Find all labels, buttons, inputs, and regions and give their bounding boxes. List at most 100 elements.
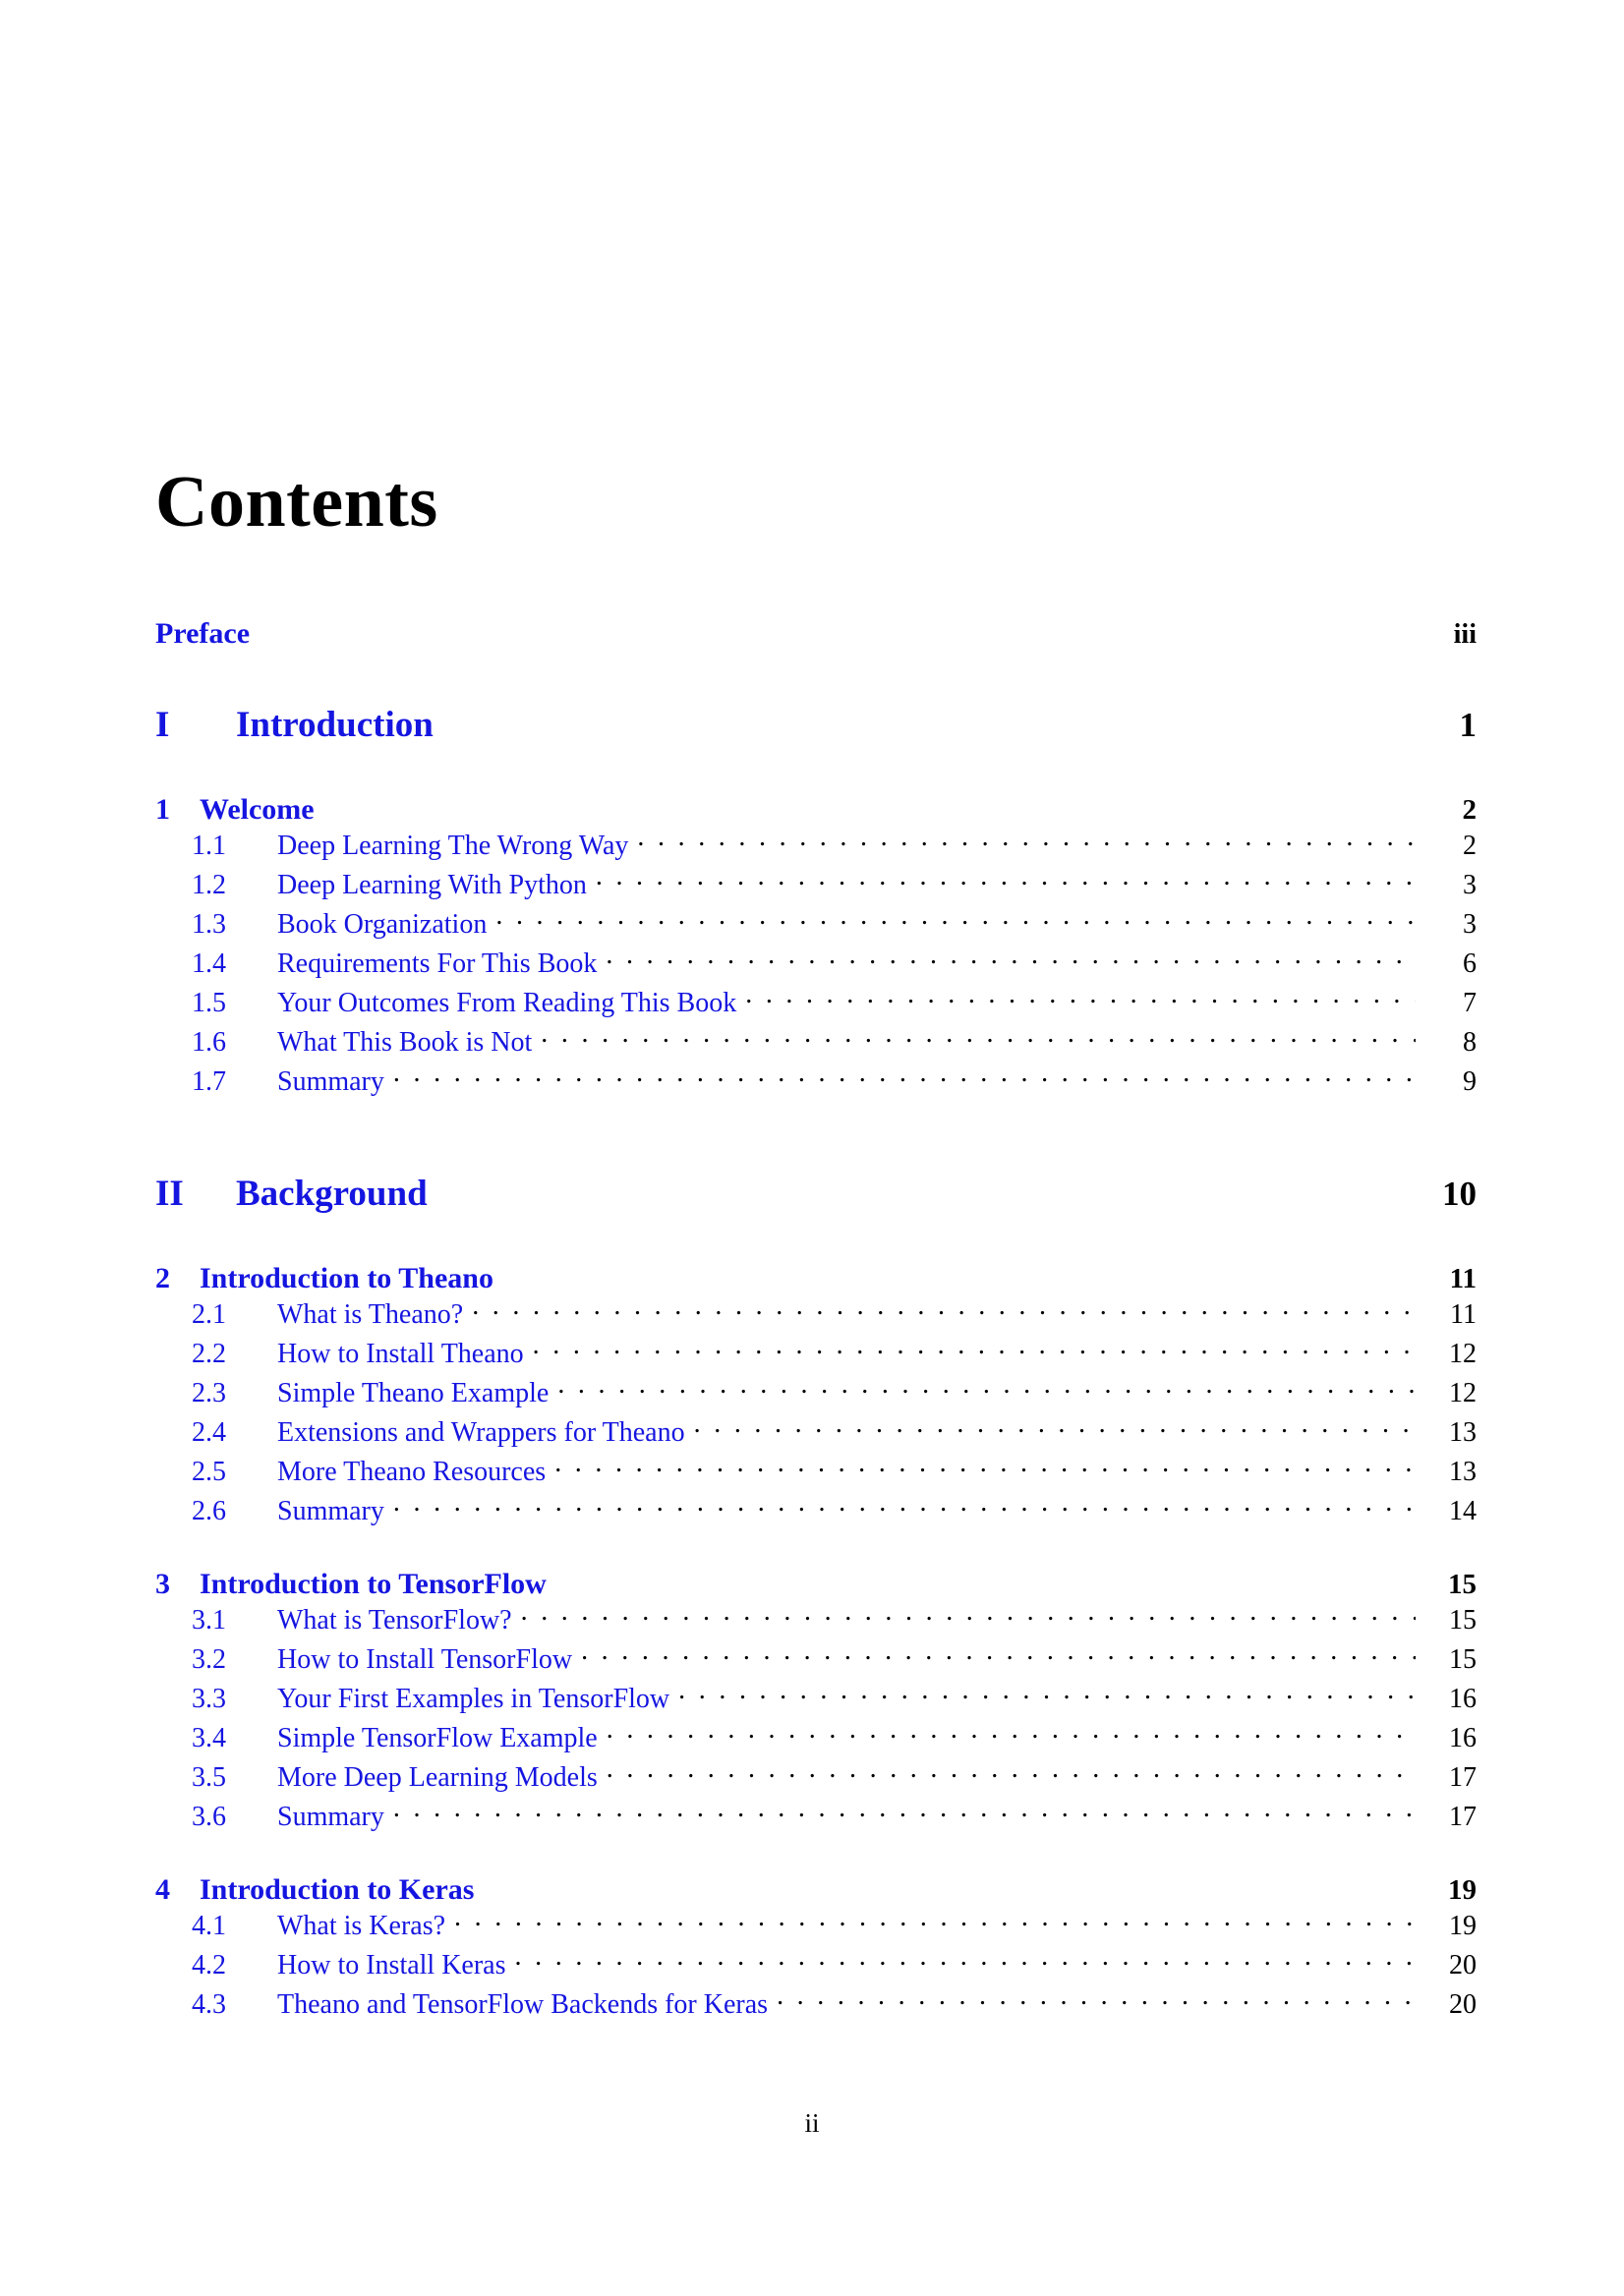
toc-chapter-heading[interactable]: 4 Introduction to Keras 19 xyxy=(155,1873,1477,1907)
section-page-number: 19 xyxy=(1449,1911,1477,1941)
part-title: Introduction xyxy=(236,705,434,745)
section-title: Your First Examples in TensorFlow xyxy=(277,1684,670,1714)
section-number: 3.5 xyxy=(192,1762,226,1793)
section-title: How to Install Keras xyxy=(277,1950,506,1980)
chapter-number: 3 xyxy=(155,1568,170,1600)
toc-chapter-heading[interactable]: 1 Welcome 2 xyxy=(155,793,1477,827)
section-number: 2.2 xyxy=(192,1339,226,1369)
toc-section-entry[interactable]: 2.5 More Theano Resources 13 xyxy=(155,1457,1477,1496)
section-number: 3.4 xyxy=(192,1723,226,1753)
toc-section-entry[interactable]: 3.4 Simple TensorFlow Example 16 xyxy=(155,1723,1477,1762)
section-title: Summary xyxy=(277,1066,384,1097)
section-title: What is Keras? xyxy=(277,1911,446,1941)
toc-chapter-2: 2 Introduction to Theano 11 2.1 What is … xyxy=(155,1262,1477,1535)
section-title: What is Theano? xyxy=(277,1299,464,1330)
dot-leader xyxy=(554,1464,1416,1480)
section-number: 3.3 xyxy=(192,1684,226,1714)
toc-section-entry[interactable]: 1.3 Book Organization 3 xyxy=(155,909,1477,948)
chapter-title: Welcome xyxy=(200,793,315,826)
toc-chapter-4: 4 Introduction to Keras 19 4.1 What is K… xyxy=(155,1873,1477,2029)
toc-section-entry[interactable]: 2.6 Summary 14 xyxy=(155,1496,1477,1535)
toc-section-entry[interactable]: 4.1 What is Keras? 19 xyxy=(155,1911,1477,1950)
chapter-page-number: 11 xyxy=(1449,1263,1477,1294)
toc-section-entry[interactable]: 1.5 Your Outcomes From Reading This Book… xyxy=(155,988,1477,1027)
dot-leader xyxy=(606,956,1416,972)
section-title: More Deep Learning Models xyxy=(277,1762,598,1793)
section-title: What is TensorFlow? xyxy=(277,1605,512,1636)
chapter-page-number: 19 xyxy=(1448,1874,1477,1906)
dot-leader xyxy=(393,1809,1416,1825)
section-page-number: 15 xyxy=(1449,1644,1477,1675)
toc-section-entry[interactable]: 1.1 Deep Learning The Wrong Way 2 xyxy=(155,831,1477,870)
toc-chapter-1: 1 Welcome 2 1.1 Deep Learning The Wrong … xyxy=(155,793,1477,1106)
chapter-title: Introduction to Theano xyxy=(200,1262,493,1294)
toc-section-entry[interactable]: 3.6 Summary 17 xyxy=(155,1802,1477,1841)
dot-leader xyxy=(678,1692,1416,1707)
toc-section-entry[interactable]: 3.2 How to Install TensorFlow 15 xyxy=(155,1644,1477,1684)
toc-section-entry[interactable]: 3.5 More Deep Learning Models 17 xyxy=(155,1762,1477,1802)
toc-section-entry[interactable]: 2.1 What is Theano? 11 xyxy=(155,1299,1477,1339)
toc-part-heading[interactable]: I Introduction 1 xyxy=(155,704,1477,746)
section-title: Book Organization xyxy=(277,909,488,940)
section-page-number: 20 xyxy=(1449,1989,1477,2020)
section-page-number: 17 xyxy=(1449,1762,1477,1793)
toc-section-entry[interactable]: 2.3 Simple Theano Example 12 xyxy=(155,1378,1477,1417)
section-title: Extensions and Wrappers for Theano xyxy=(277,1417,685,1448)
toc-chapter-heading[interactable]: 3 Introduction to TensorFlow 15 xyxy=(155,1568,1477,1601)
section-number: 4.1 xyxy=(192,1911,226,1941)
dot-leader xyxy=(596,878,1416,893)
toc-section-entry[interactable]: 1.6 What This Book is Not 8 xyxy=(155,1027,1477,1066)
toc-chapter-heading[interactable]: 2 Introduction to Theano 11 xyxy=(155,1262,1477,1295)
section-page-number: 17 xyxy=(1449,1802,1477,1832)
section-page-number: 16 xyxy=(1449,1684,1477,1714)
toc-chapter-3: 3 Introduction to TensorFlow 15 3.1 What… xyxy=(155,1568,1477,1841)
section-page-number: 12 xyxy=(1449,1339,1477,1369)
section-page-number: 8 xyxy=(1463,1027,1477,1058)
toc-section-entry[interactable]: 1.2 Deep Learning With Python 3 xyxy=(155,870,1477,909)
section-page-number: 9 xyxy=(1463,1066,1477,1097)
section-page-number: 2 xyxy=(1463,831,1477,861)
dot-leader xyxy=(694,1425,1416,1441)
toc-part-heading[interactable]: II Background 10 xyxy=(155,1173,1477,1215)
section-title: Your Outcomes From Reading This Book xyxy=(277,988,737,1018)
section-number: 2.6 xyxy=(192,1496,226,1526)
section-title: Simple TensorFlow Example xyxy=(277,1723,598,1753)
toc-section-entry[interactable]: 2.2 How to Install Theano 12 xyxy=(155,1339,1477,1378)
section-title: How to Install Theano xyxy=(277,1339,524,1369)
section-number: 1.6 xyxy=(192,1027,226,1058)
part-number: I xyxy=(155,705,170,745)
chapter-title: Introduction to TensorFlow xyxy=(200,1568,547,1600)
frontmatter-page-number: iii xyxy=(1453,619,1477,650)
section-number: 2.1 xyxy=(192,1299,226,1330)
section-title: More Theano Resources xyxy=(277,1457,547,1487)
toc-section-entry[interactable]: 2.4 Extensions and Wrappers for Theano 1… xyxy=(155,1417,1477,1457)
section-number: 3.1 xyxy=(192,1605,226,1636)
toc-entry-preface[interactable]: Preface iii xyxy=(155,617,1477,651)
toc-section-entry[interactable]: 4.3 Theano and TensorFlow Backends for K… xyxy=(155,1989,1477,2029)
dot-leader xyxy=(607,1731,1416,1747)
chapter-page-number: 15 xyxy=(1448,1569,1477,1600)
section-number: 4.3 xyxy=(192,1989,226,2020)
section-number: 3.2 xyxy=(192,1644,226,1675)
section-number: 1.1 xyxy=(192,831,226,861)
section-page-number: 13 xyxy=(1449,1457,1477,1487)
section-page-number: 12 xyxy=(1449,1378,1477,1408)
chapter-page-number: 2 xyxy=(1462,794,1478,826)
toc-section-entry[interactable]: 1.7 Summary 9 xyxy=(155,1066,1477,1106)
toc-section-list: 4.1 What is Keras? 19 4.2 How to Install… xyxy=(155,1911,1477,2029)
chapter-title: Introduction to Keras xyxy=(200,1873,475,1906)
dot-leader xyxy=(541,1035,1416,1051)
section-title: Deep Learning The Wrong Way xyxy=(277,831,629,861)
dot-leader xyxy=(393,1504,1416,1520)
section-page-number: 13 xyxy=(1449,1417,1477,1448)
toc-section-entry[interactable]: 1.4 Requirements For This Book 6 xyxy=(155,948,1477,988)
dot-leader xyxy=(637,838,1416,854)
section-page-number: 3 xyxy=(1463,870,1477,900)
section-page-number: 20 xyxy=(1449,1950,1477,1980)
toc-section-entry[interactable]: 3.3 Your First Examples in TensorFlow 16 xyxy=(155,1684,1477,1723)
frontmatter-label: Preface xyxy=(155,617,251,650)
toc-section-entry[interactable]: 3.1 What is TensorFlow? 15 xyxy=(155,1605,1477,1644)
part-page-number: 10 xyxy=(1442,1175,1477,1213)
chapter-number: 2 xyxy=(155,1262,170,1294)
toc-section-entry[interactable]: 4.2 How to Install Keras 20 xyxy=(155,1950,1477,1989)
